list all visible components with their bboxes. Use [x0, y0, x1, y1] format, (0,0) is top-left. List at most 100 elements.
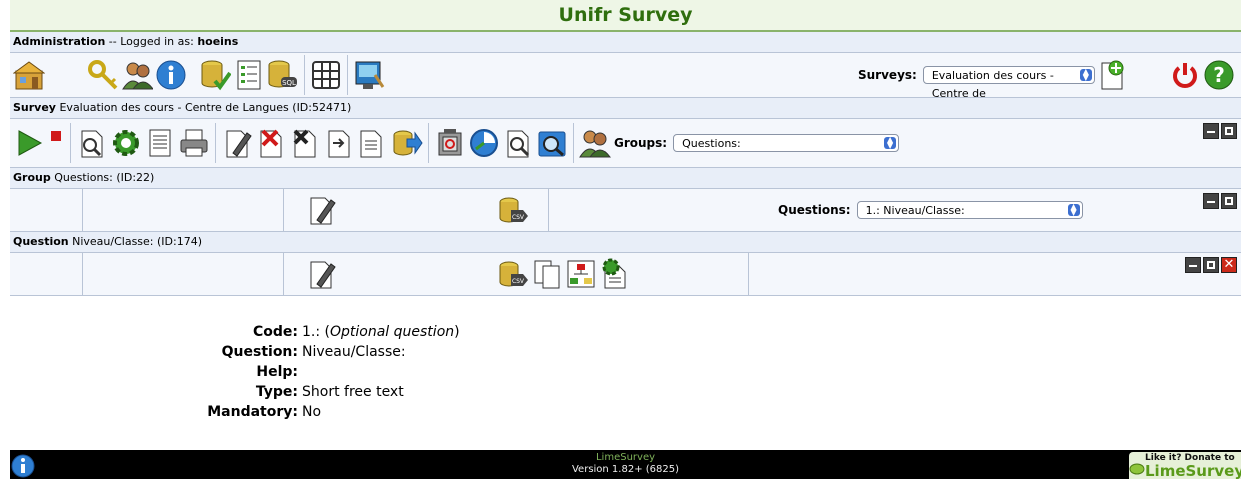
preview-icon[interactable] [75, 126, 109, 160]
edit-survey-icon[interactable] [220, 126, 254, 160]
surveys-label: Surveys: [858, 68, 917, 82]
help-icon[interactable]: ? [1202, 58, 1236, 92]
mandatory-label: Mandatory: [207, 404, 298, 420]
question-bar-title: Question Niveau/Classe: (ID:174) [10, 232, 1241, 253]
edit-question-icon[interactable] [304, 257, 338, 291]
type-value: Short free text [302, 384, 404, 400]
checklist-icon[interactable] [232, 58, 266, 92]
home-icon[interactable] [12, 58, 46, 92]
groups-select[interactable]: Questions: ▲ ▼ [673, 134, 900, 152]
groups-label: Groups: [614, 136, 668, 150]
surveys-select-value: Evaluation des cours - Centre de [931, 69, 1054, 100]
maximize-icon[interactable] [1203, 257, 1219, 273]
chevron-updown-icon: ▲ ▼ [884, 136, 897, 150]
export-arrow-icon[interactable] [390, 126, 424, 160]
detail-mandatory-row: Mandatory: No [10, 402, 1241, 422]
svg-text:?: ? [1213, 63, 1225, 87]
quotas-icon[interactable] [433, 126, 467, 160]
code-value: 1.: (Optional question) [302, 324, 460, 340]
import-icon[interactable] [322, 126, 356, 160]
browse-responses-icon[interactable] [501, 126, 535, 160]
key-icon[interactable] [86, 58, 120, 92]
edit-group-icon[interactable] [304, 193, 338, 227]
survey-toolbar: Groups: Questions: ▲ ▼ [10, 119, 1241, 168]
survey-bar-title: Survey Evaluation des cours - Centre de … [10, 98, 1241, 119]
new-survey-icon[interactable] [1095, 58, 1129, 92]
detail-help-row: Help: [10, 362, 1241, 382]
mandatory-value: No [302, 404, 322, 420]
group-window-buttons [1203, 193, 1237, 209]
donate-button[interactable]: Like it? Donate to LimeSurvey [1129, 452, 1241, 480]
detail-type-row: Type: Short free text [10, 382, 1241, 402]
admin-bar-title: Administration -- Logged in as: hoeins [10, 32, 1241, 53]
lime-icon [1129, 463, 1145, 475]
logged-in-text: -- Logged in as: [105, 35, 198, 48]
print-icon[interactable] [177, 126, 211, 160]
minimize-icon[interactable] [1203, 123, 1219, 139]
question-text-label: Question: [221, 344, 298, 360]
groups-select-value: Questions: [682, 137, 741, 150]
chevron-updown-icon: ▲ ▼ [1079, 68, 1092, 82]
group-bar-title: Group Questions: (ID:22) [10, 168, 1241, 189]
table-grid-icon[interactable] [309, 58, 343, 92]
code-label: Code: [252, 324, 298, 340]
questions-select-value: 1.: Niveau/Classe: [865, 204, 965, 217]
question-text-value: Niveau/Classe: [302, 344, 406, 360]
maximize-icon[interactable] [1221, 123, 1237, 139]
code-text: 1.: [302, 324, 325, 340]
database-check-icon[interactable] [198, 58, 232, 92]
clear-survey-icon[interactable] [288, 126, 322, 160]
footer-app-name: LimeSurvey [595, 452, 656, 463]
export-icon[interactable] [356, 126, 390, 160]
admin-frame: Unifr Survey Administration -- Logged in… [10, 0, 1241, 480]
footer: LimeSurvey Version 1.82+ (6825) Like it?… [10, 450, 1241, 480]
group-name: Questions: (ID:22) [50, 171, 155, 184]
group-label: Group [13, 171, 51, 184]
survey-name: Evaluation des cours - Centre de Langues… [55, 101, 352, 114]
info-icon[interactable] [154, 58, 188, 92]
username: hoeins [197, 35, 239, 48]
delete-survey-icon[interactable] [254, 126, 288, 160]
minimize-icon[interactable] [1185, 257, 1201, 273]
svg-text:CSV: CSV [512, 214, 525, 221]
help-label: Help: [256, 364, 298, 380]
statistics-icon[interactable] [535, 126, 569, 160]
group-toolbar: CSV Questions: 1.: Niveau/Classe: ▲ ▼ [10, 189, 1241, 232]
play-icon[interactable] [12, 126, 46, 160]
user-group-icon[interactable] [120, 58, 154, 92]
question-toolbar: CSV ✕ [10, 253, 1241, 296]
surveys-select[interactable]: Evaluation des cours - Centre de ▲ ▼ [922, 66, 1095, 100]
svg-text:SQL: SQL [282, 79, 296, 87]
question-window-buttons: ✕ [1185, 257, 1237, 273]
conditions-icon[interactable] [564, 257, 598, 291]
question-name: Niveau/Classe: (ID:174) [68, 235, 202, 248]
stop-icon[interactable] [46, 126, 66, 160]
survey-label: Survey [13, 101, 56, 114]
close-icon[interactable]: ✕ [1221, 257, 1237, 273]
survey-window-buttons [1203, 123, 1237, 139]
timer-icon[interactable] [467, 126, 501, 160]
detail-code-row: Code: 1.: (Optional question) [10, 322, 1241, 342]
question-label: Question [13, 235, 69, 248]
maximize-icon[interactable] [1221, 193, 1237, 209]
question-details: Code: 1.: (Optional question) Question: … [10, 322, 1241, 422]
type-label: Type: [255, 384, 298, 400]
settings-gear-icon[interactable] [109, 126, 143, 160]
power-icon[interactable] [1168, 58, 1202, 92]
participants-icon[interactable] [578, 126, 612, 160]
template-editor-icon[interactable] [352, 58, 386, 92]
questions-select[interactable]: 1.: Niveau/Classe: ▲ ▼ [856, 201, 1083, 219]
donate-big-text: LimeSurvey [1145, 462, 1241, 480]
svg-text:CSV: CSV [512, 278, 525, 285]
question-settings-icon[interactable] [598, 257, 632, 291]
summary-icon[interactable] [143, 126, 177, 160]
chevron-updown-icon: ▲ ▼ [1067, 203, 1080, 217]
minimize-icon[interactable] [1203, 193, 1219, 209]
export-csv-icon[interactable]: CSV [496, 257, 530, 291]
copy-question-icon[interactable] [530, 257, 564, 291]
detail-question-row: Question: Niveau/Classe: [10, 342, 1241, 362]
export-csv-icon[interactable]: CSV [496, 193, 530, 227]
sql-database-icon[interactable]: SQL [266, 58, 300, 92]
footer-version: Version 1.82+ (6825) [571, 464, 680, 475]
admin-label: Administration [13, 35, 106, 48]
